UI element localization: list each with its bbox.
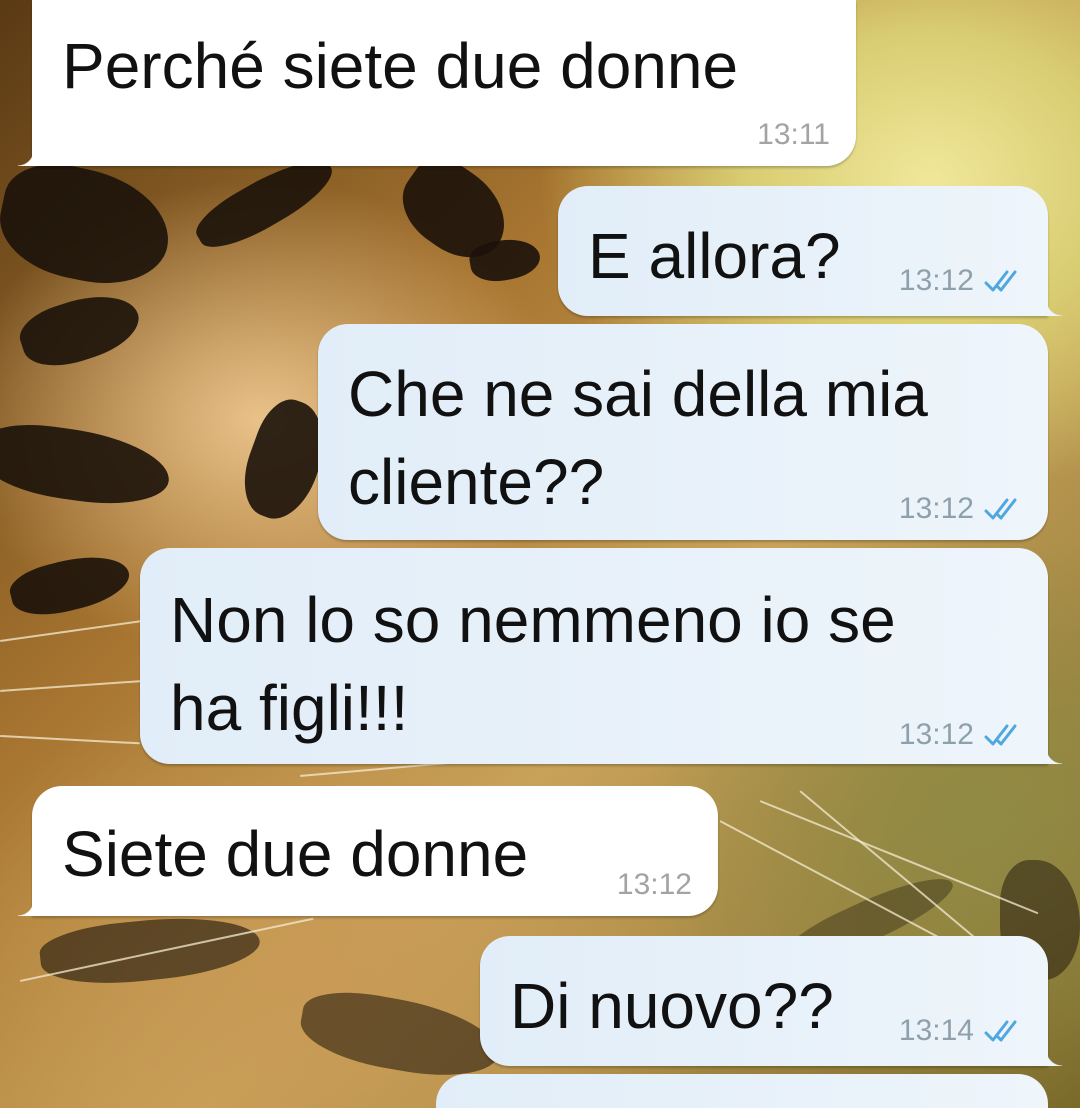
message-text: Non lo so nemmeno io se xyxy=(170,584,896,656)
message-text: Di nuovo?? xyxy=(510,970,834,1042)
message-text: Perché siete due donne xyxy=(62,30,739,102)
double-check-icon xyxy=(984,270,1017,292)
message-time: 13:12 xyxy=(616,868,692,901)
message-time: 13:12 xyxy=(898,492,974,525)
message-meta: 13:11 xyxy=(757,118,830,152)
message-time: 13:12 xyxy=(898,264,974,297)
message-meta: 13:12 xyxy=(899,492,1028,526)
message-meta: 13:12 xyxy=(617,868,692,902)
message-meta: 13:12 xyxy=(899,264,1028,298)
message-text: Siete due donne xyxy=(62,818,529,890)
message-text: ha figli!!! xyxy=(170,672,409,744)
outgoing-message[interactable]: Di nuovo?? 13:14 xyxy=(480,936,1062,1066)
incoming-message[interactable]: Siete due donne 13:12 xyxy=(18,786,718,916)
message-meta: 13:12 xyxy=(899,718,1028,752)
message-time: 13:12 xyxy=(898,718,974,751)
message-meta: 13:14 xyxy=(899,1014,1028,1048)
outgoing-message-partial[interactable] xyxy=(436,1074,1048,1108)
message-text: cliente?? xyxy=(348,446,605,518)
message-time: 13:14 xyxy=(898,1014,974,1047)
message-text: E allora? xyxy=(588,220,841,292)
outgoing-message[interactable]: Che ne sai della mia cliente?? 13:12 xyxy=(318,324,1048,540)
outgoing-message[interactable]: Non lo so nemmeno io se ha figli!!! 13:1… xyxy=(140,548,1062,764)
incoming-message[interactable]: Perché siete due donne 13:11 xyxy=(18,0,856,166)
double-check-icon xyxy=(984,498,1017,520)
message-text: Che ne sai della mia xyxy=(348,358,928,430)
double-check-icon xyxy=(984,1020,1017,1042)
message-time: 13:11 xyxy=(757,118,830,151)
outgoing-message[interactable]: E allora? 13:12 xyxy=(558,186,1062,316)
chat-conversation: Perché siete due donne 13:11 E allora? 1… xyxy=(0,0,1080,1108)
double-check-icon xyxy=(984,724,1017,746)
